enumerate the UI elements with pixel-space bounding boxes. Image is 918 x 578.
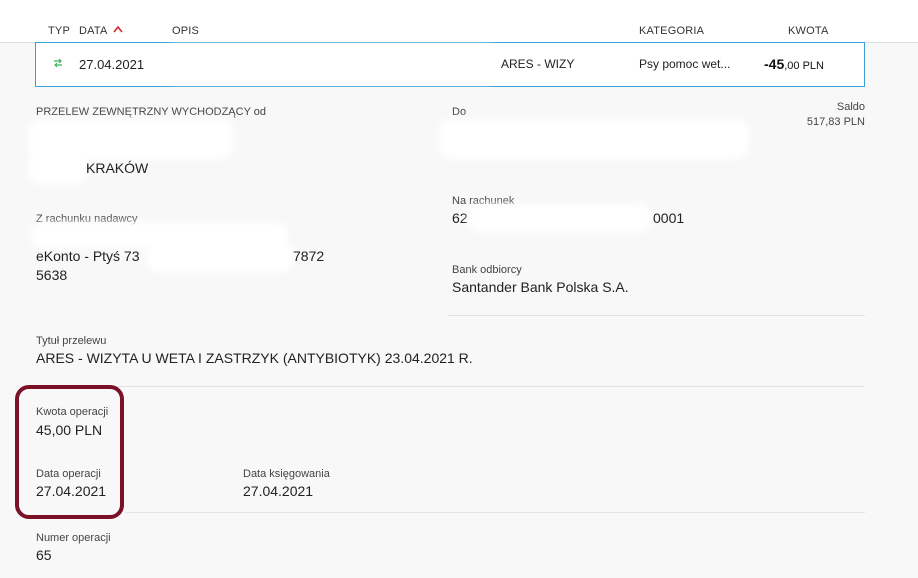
from-account-label: Z rachunku nadawcy (36, 213, 138, 225)
transfer-type-label: PRZELEW ZEWNĘTRZNY WYCHODZĄCY od (36, 106, 267, 118)
title-value: ARES - WIZYTA U WETA I ZASTRZYK (ANTYBIO… (36, 350, 473, 366)
transaction-category[interactable]: Psy pomoc wet... (639, 57, 730, 71)
chevron-up-icon[interactable] (112, 24, 124, 34)
from-account-tail: 5638 (36, 267, 68, 283)
op-number-label: Numer operacji (36, 532, 111, 544)
column-header-typ[interactable]: TYP (48, 25, 70, 37)
transfer-arrows-icon (54, 58, 62, 68)
to-label: Do (452, 106, 467, 118)
balance-label: Saldo (836, 101, 865, 113)
op-number-value: 65 (36, 547, 52, 563)
bank-label: Bank odbiorcy (452, 264, 522, 276)
from-account-part: 7872 (293, 248, 325, 264)
redacted-area (474, 210, 646, 226)
transaction-row[interactable]: 27.04.2021 ARES - WIZYT Psy pomoc wet...… (35, 42, 865, 87)
divider (36, 386, 865, 387)
balance-value: 517,83 PLN (806, 116, 865, 128)
redacted-area (35, 125, 227, 153)
to-account-suffix: 0001 (653, 210, 685, 226)
divider (125, 512, 865, 513)
divider (448, 315, 865, 316)
sender-city: KRAKÓW (86, 160, 149, 176)
transaction-description: ARES - WIZYT (501, 57, 575, 71)
redacted-area (170, 51, 492, 77)
column-header-kategoria[interactable]: KATEGORIA (639, 25, 704, 37)
transaction-date: 27.04.2021 (79, 57, 145, 72)
to-account-prefix: 62 (452, 210, 468, 226)
transaction-amount: -45,00 PLN (764, 56, 824, 72)
column-header-opis[interactable]: OPIS (172, 25, 199, 37)
highlight-box (15, 385, 124, 519)
from-account-name: eKonto - Ptyś 73 (36, 248, 140, 264)
amount-fraction: ,00 PLN (784, 60, 824, 72)
amount-main: -45 (764, 56, 785, 72)
title-label: Tytuł przelewu (36, 335, 107, 347)
column-header-kwota[interactable]: KWOTA (788, 25, 829, 37)
redacted-area (35, 155, 81, 179)
redacted-area (152, 248, 288, 266)
booking-date-value: 27.04.2021 (243, 483, 314, 499)
booking-date-label: Data księgowania (243, 468, 330, 480)
redacted-area (36, 228, 282, 242)
table-header (0, 0, 918, 42)
redacted-area (445, 125, 743, 153)
to-account-label: Na rachunek (452, 195, 515, 207)
column-header-data[interactable]: DATA (79, 25, 108, 37)
bank-value: Santander Bank Polska S.A. (452, 279, 629, 295)
